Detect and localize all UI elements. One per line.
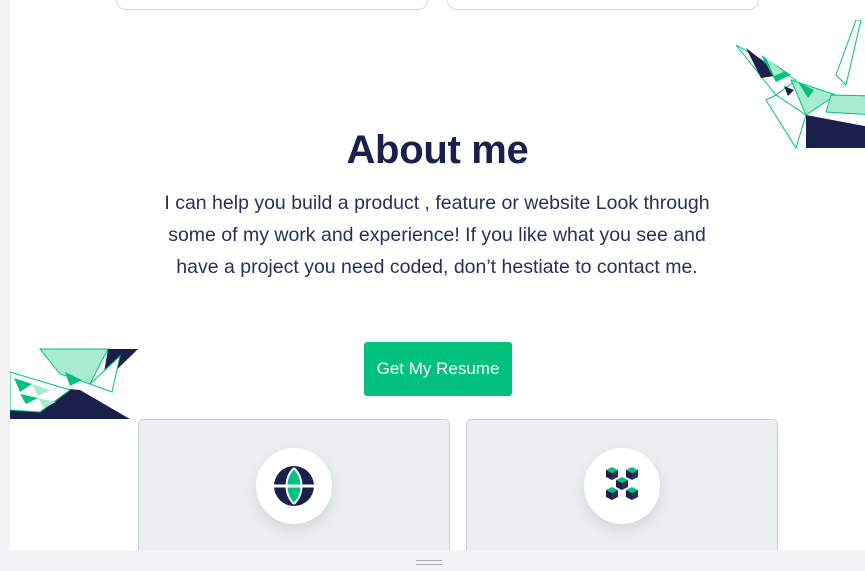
project-card-partial[interactable] <box>447 0 759 10</box>
project-card-partial[interactable] <box>116 0 428 10</box>
about-title: About me <box>346 128 529 172</box>
page-content: About me I can help you build a product … <box>10 0 865 550</box>
service-card-blocks[interactable] <box>466 419 778 550</box>
service-card-web[interactable] <box>138 419 450 550</box>
origami-crane-decoration <box>10 348 138 419</box>
service-icon-badge <box>584 448 660 524</box>
globe-icon <box>274 466 314 506</box>
about-description: I can help you build a product , feature… <box>164 192 710 278</box>
blocks-icon <box>606 467 638 500</box>
service-icon-badge <box>256 448 332 524</box>
get-resume-button[interactable]: Get My Resume <box>364 342 512 396</box>
pane-resize-handle[interactable] <box>416 560 442 565</box>
